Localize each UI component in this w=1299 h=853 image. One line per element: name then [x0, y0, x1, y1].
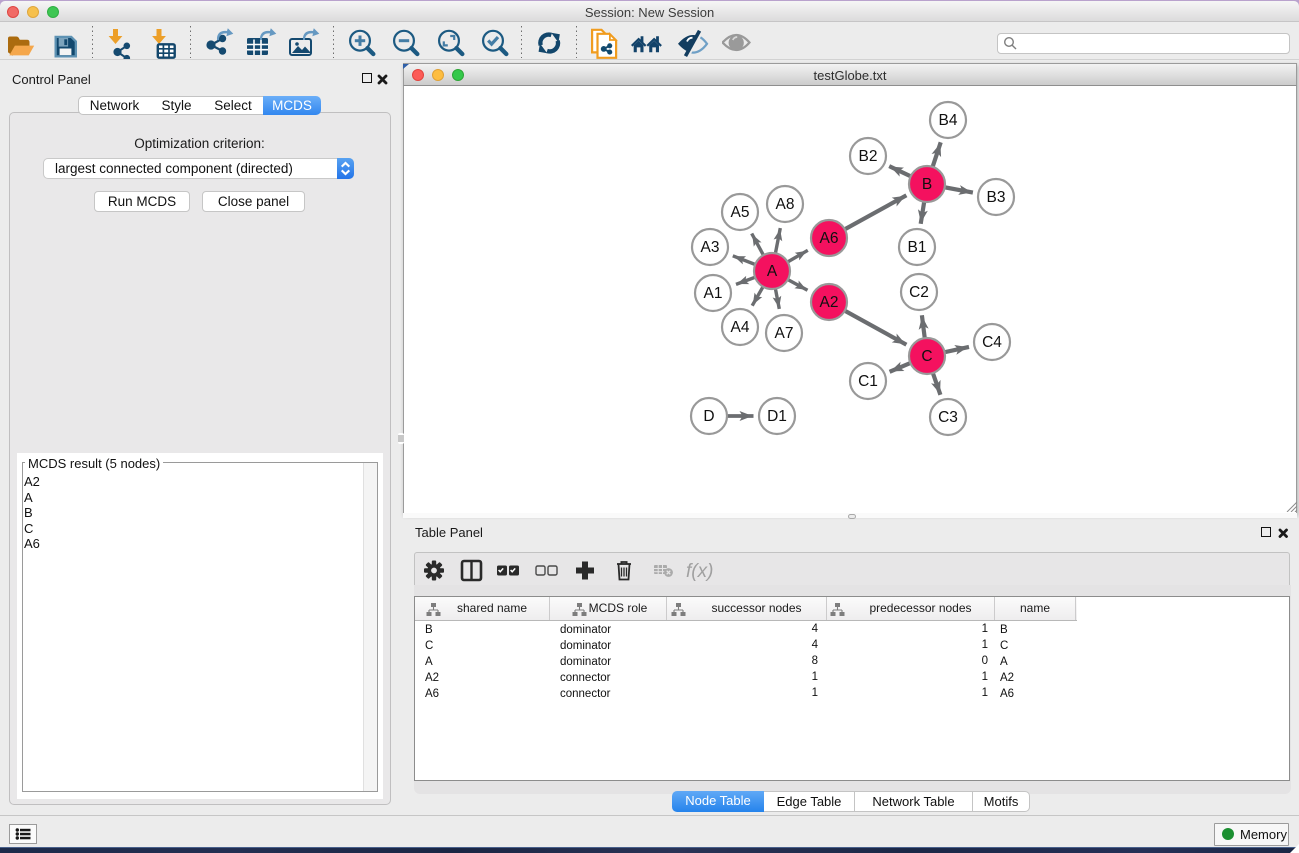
svg-text:A5: A5 — [731, 204, 750, 221]
svg-text:B: B — [922, 176, 932, 193]
svg-text:A3: A3 — [701, 239, 720, 256]
svg-text:f(x): f(x) — [686, 561, 713, 582]
svg-text:A7: A7 — [775, 325, 794, 342]
svg-text:C2: C2 — [909, 284, 929, 301]
svg-text:B3: B3 — [987, 189, 1006, 206]
svg-text:A6: A6 — [820, 230, 839, 247]
svg-text:C3: C3 — [938, 409, 958, 426]
svg-text:A2: A2 — [820, 294, 839, 311]
svg-text:B1: B1 — [908, 239, 927, 256]
svg-text:D1: D1 — [767, 408, 787, 425]
svg-text:D: D — [703, 408, 714, 425]
svg-text:A4: A4 — [731, 319, 750, 336]
svg-text:A: A — [767, 263, 778, 280]
svg-text:A1: A1 — [704, 285, 723, 302]
svg-text:C: C — [921, 348, 932, 365]
svg-text:B4: B4 — [939, 112, 958, 129]
svg-text:C1: C1 — [858, 373, 878, 390]
svg-text:A8: A8 — [776, 196, 795, 213]
svg-text:B2: B2 — [859, 148, 878, 165]
svg-text:C4: C4 — [982, 334, 1002, 351]
